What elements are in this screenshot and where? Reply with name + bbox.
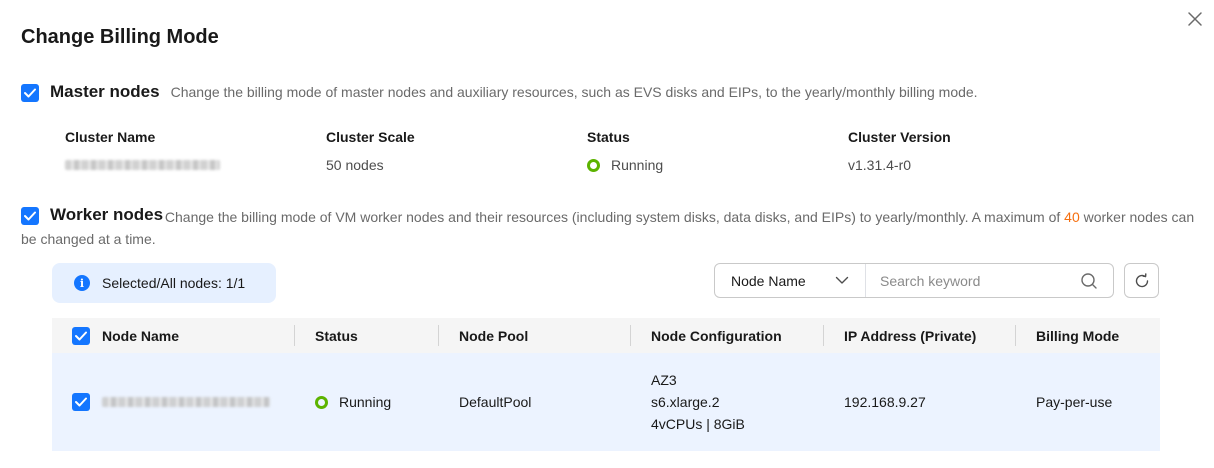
- cluster-status-value: Running: [587, 156, 663, 174]
- column-divider: [630, 325, 631, 346]
- master-nodes-description: Change the billing mode of master nodes …: [170, 84, 978, 100]
- table-header: Node Name Status Node Pool Node Configur…: [52, 318, 1160, 353]
- table-row[interactable]: Running DefaultPool AZ3 s6.xlarge.2 4vCP…: [52, 353, 1160, 451]
- config-flavor: s6.xlarge.2: [651, 394, 720, 410]
- master-nodes-header: Master nodes Change the billing mode of …: [21, 82, 978, 102]
- column-header-node-name[interactable]: Node Name: [102, 318, 179, 353]
- worker-max-count: 40: [1064, 209, 1080, 225]
- search-filter-value: Node Name: [731, 272, 806, 289]
- cell-node-name[interactable]: [102, 353, 270, 451]
- selection-count-badge: i Selected/All nodes: 1/1: [52, 263, 276, 303]
- running-status-icon: [587, 158, 600, 172]
- check-icon: [75, 397, 87, 407]
- row-checkbox[interactable]: [72, 393, 90, 411]
- cell-node-pool: DefaultPool: [459, 394, 532, 410]
- config-az: AZ3: [651, 372, 677, 388]
- row-status-text: Running: [339, 394, 392, 410]
- column-divider: [1015, 325, 1016, 346]
- cluster-scale-value: 50 nodes: [326, 157, 384, 173]
- worker-nodes-description: Change the billing mode of VM worker nod…: [21, 206, 1196, 250]
- search-filter-select[interactable]: Node Name: [715, 264, 866, 297]
- cell-node-configuration: AZ3 s6.xlarge.2 4vCPUs | 8GiB: [651, 353, 745, 451]
- select-all-checkbox[interactable]: [72, 327, 90, 345]
- close-button[interactable]: [1184, 8, 1206, 30]
- config-spec: 4vCPUs | 8GiB: [651, 416, 745, 432]
- column-header-billing-mode[interactable]: Billing Mode: [1036, 318, 1119, 353]
- cluster-version-field: Cluster Version v1.31.4-r0: [848, 129, 951, 174]
- column-header-status[interactable]: Status: [315, 318, 358, 353]
- cluster-name-field: Cluster Name: [65, 129, 220, 174]
- column-header-node-pool[interactable]: Node Pool: [459, 318, 528, 353]
- search-bar: Node Name: [714, 263, 1114, 298]
- master-nodes-checkbox[interactable]: [21, 84, 39, 102]
- cluster-version-value: v1.31.4-r0: [848, 157, 912, 173]
- cluster-status-text: Running: [611, 157, 664, 173]
- redacted-node-name: [102, 397, 270, 407]
- cell-status: Running: [315, 353, 391, 451]
- cluster-scale-field: Cluster Scale 50 nodes: [326, 129, 415, 174]
- selection-count-text: Selected/All nodes: 1/1: [102, 275, 246, 291]
- refresh-button[interactable]: [1124, 263, 1159, 298]
- info-icon: i: [74, 275, 90, 291]
- cluster-version-label: Cluster Version: [848, 129, 951, 145]
- cluster-name-label: Cluster Name: [65, 129, 156, 145]
- dialog-title: Change Billing Mode: [21, 26, 219, 48]
- worker-desc-before: Change the billing mode of VM worker nod…: [164, 209, 1065, 225]
- close-icon: [1188, 12, 1202, 26]
- cluster-status-field: Status Running: [587, 129, 663, 174]
- running-status-icon: [315, 395, 328, 409]
- cluster-status-label: Status: [587, 129, 630, 145]
- search-icon[interactable]: [1079, 271, 1099, 291]
- column-header-ip-address[interactable]: IP Address (Private): [844, 318, 976, 353]
- column-divider: [438, 325, 439, 346]
- chevron-down-icon: [835, 276, 849, 284]
- column-divider: [823, 325, 824, 346]
- master-nodes-title: Master nodes: [50, 82, 160, 101]
- redacted-cluster-name: [65, 160, 220, 170]
- check-icon: [75, 331, 87, 341]
- check-icon: [24, 88, 36, 98]
- cell-ip-address: 192.168.9.27: [844, 394, 926, 410]
- cluster-name-value: [65, 156, 220, 174]
- column-divider: [294, 325, 295, 346]
- search-input[interactable]: [866, 264, 1079, 297]
- refresh-icon: [1135, 272, 1148, 287]
- column-header-node-configuration[interactable]: Node Configuration: [651, 318, 782, 353]
- worker-nodes-table: Node Name Status Node Pool Node Configur…: [52, 318, 1160, 451]
- cluster-scale-label: Cluster Scale: [326, 129, 415, 145]
- cell-billing-mode: Pay-per-use: [1036, 394, 1113, 410]
